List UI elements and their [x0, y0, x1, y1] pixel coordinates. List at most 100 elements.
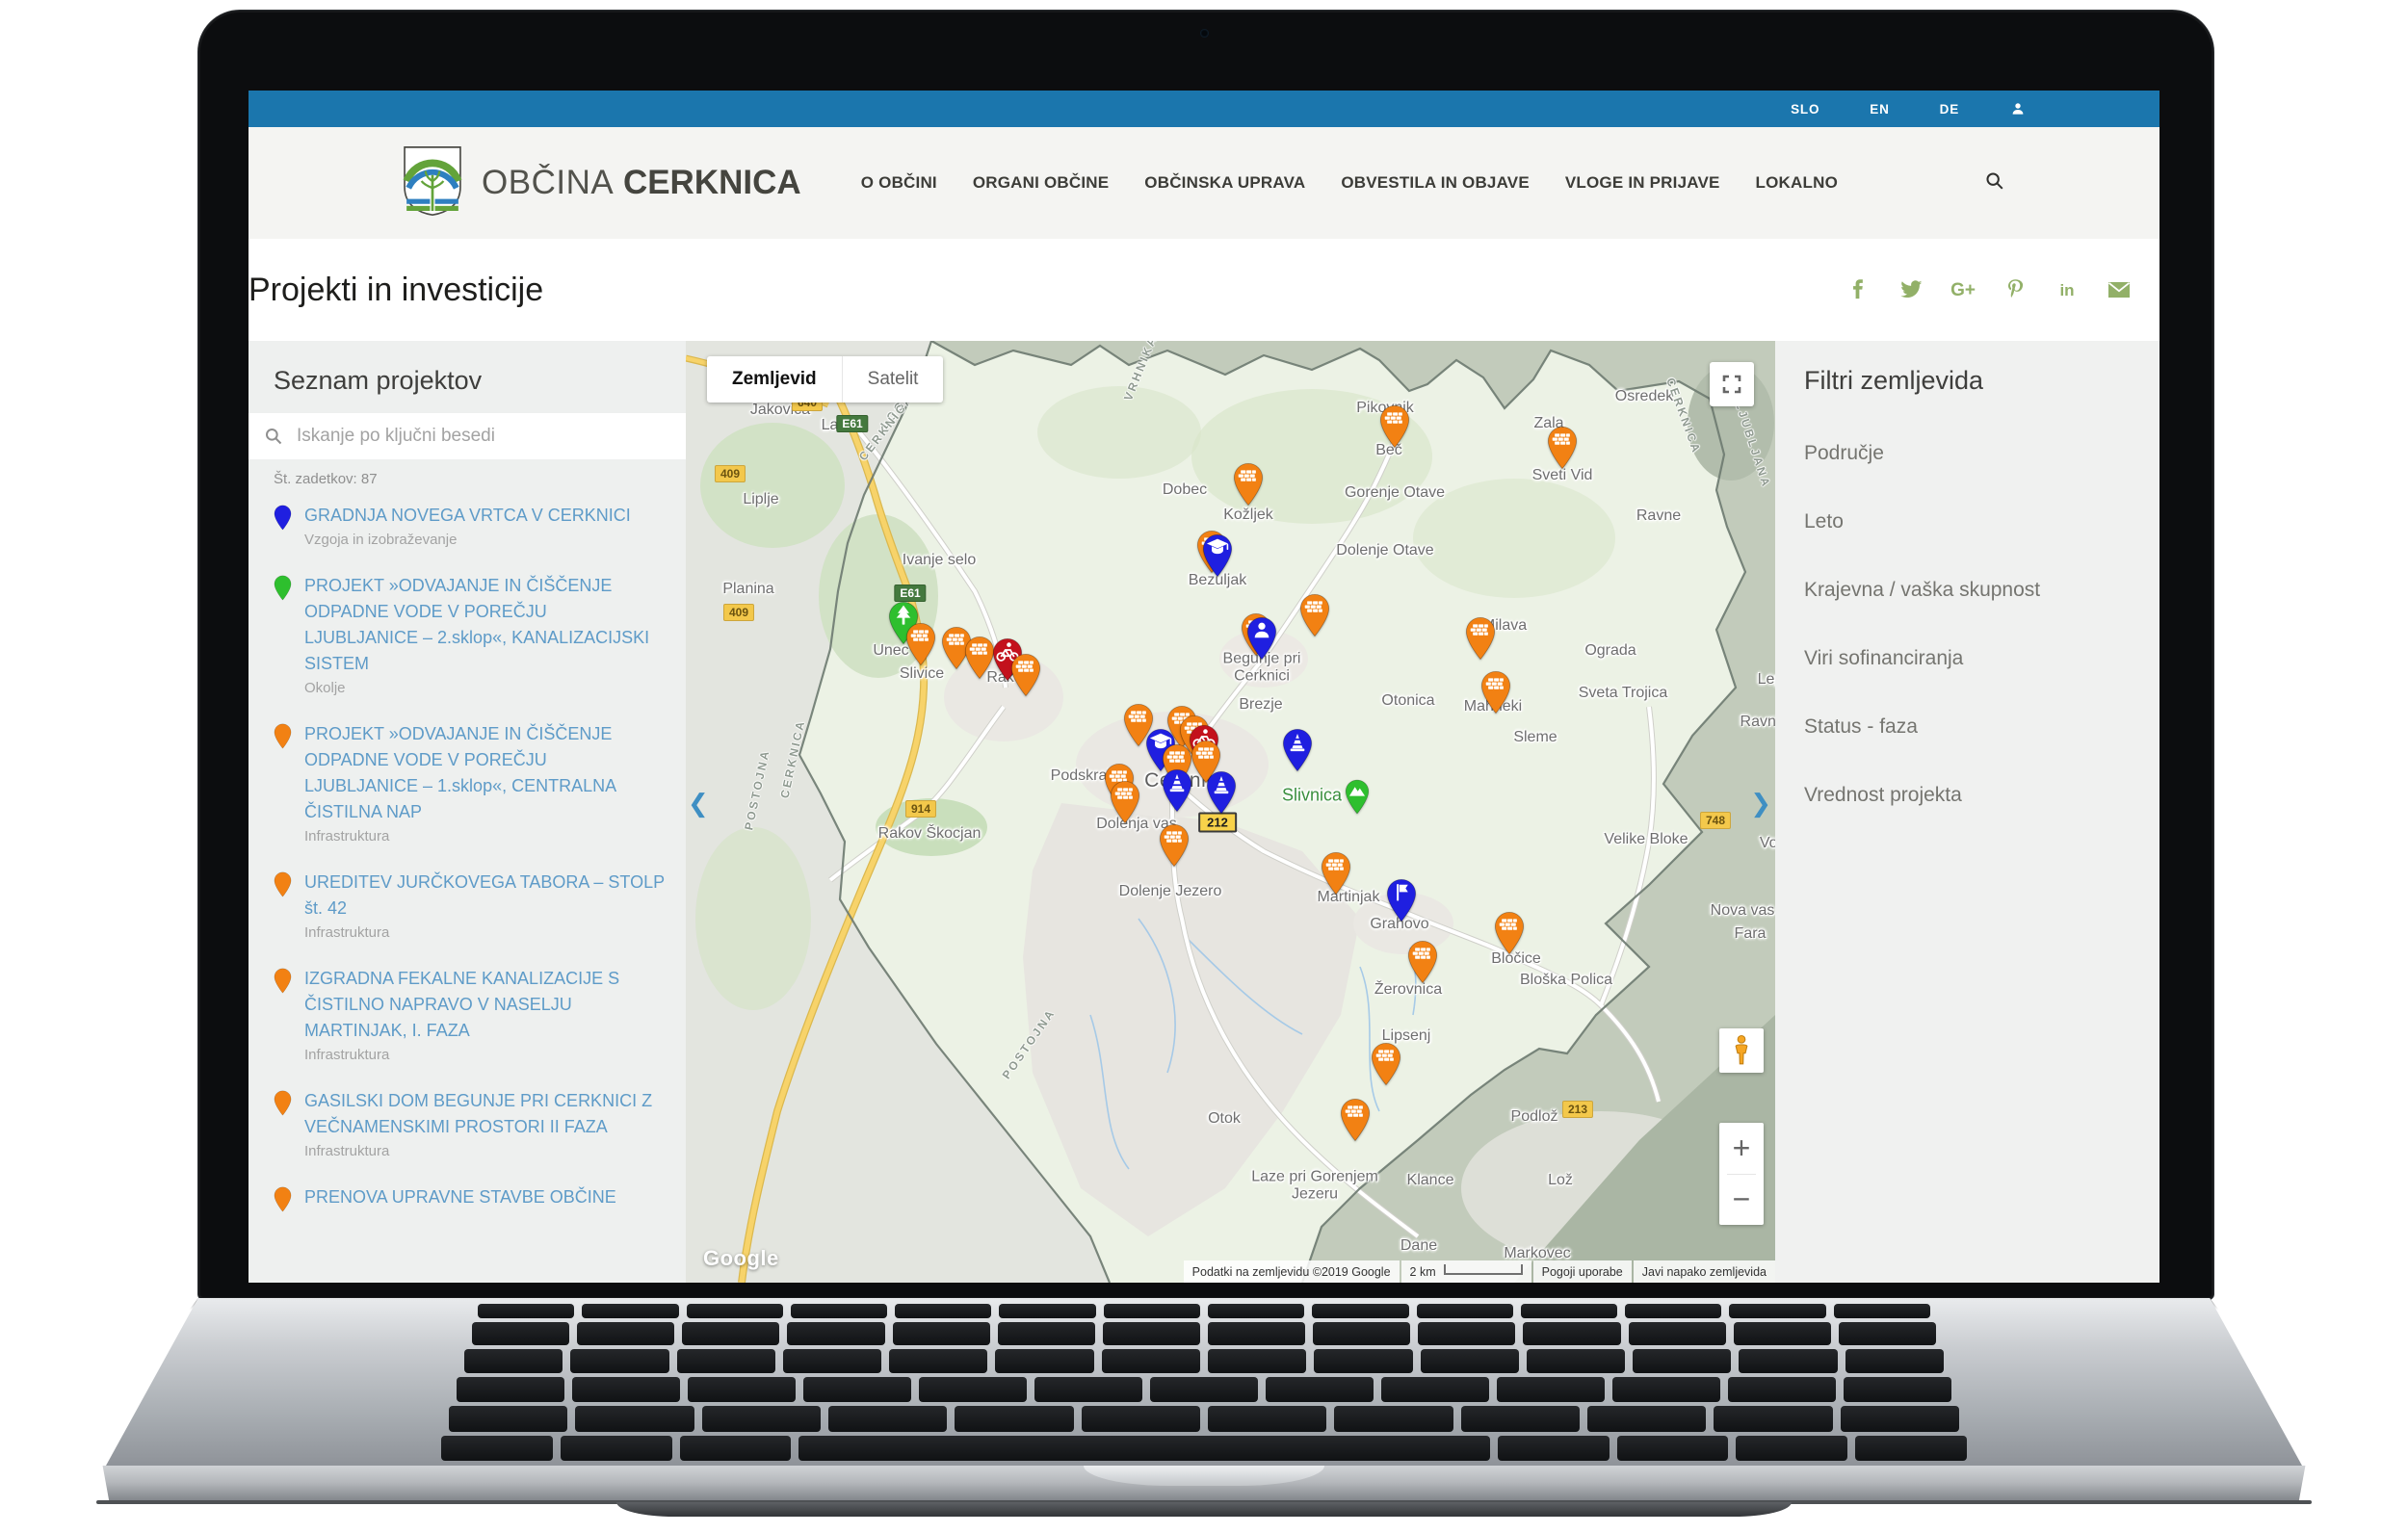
filter-item[interactable]: Leto: [1804, 510, 2159, 533]
facebook-icon[interactable]: [1847, 278, 1871, 301]
project-list: GRADNJA NOVEGA VRTCA V CERKNICIVzgoja in…: [249, 503, 686, 1217]
keyboard-key: [1208, 1406, 1326, 1432]
nav-item-lokalno[interactable]: LOKALNO: [1756, 173, 1838, 193]
map-type-map-button[interactable]: Zemljevid: [707, 356, 842, 403]
map-marker-bricks[interactable]: [1340, 1098, 1372, 1142]
nav-item-organi-ob-ine[interactable]: ORGANI OBČINE: [973, 173, 1109, 193]
pegman-icon: [1729, 1034, 1754, 1067]
project-pin-blue: [274, 505, 292, 548]
filter-item[interactable]: Vrednost projekta: [1804, 784, 2159, 807]
zoom-out-button[interactable]: −: [1719, 1175, 1764, 1226]
keyboard-key: [449, 1406, 567, 1432]
road-badge: E61: [894, 585, 926, 602]
keyboard-key: [582, 1304, 678, 1318]
nav-item-vloge-in-prijave[interactable]: VLOGE IN PRIJAVE: [1565, 173, 1720, 193]
project-list-item: IZGRADNA FEKALNE KANALIZACIJE S ČISTILNO…: [274, 966, 665, 1063]
keyboard-key: [1266, 1377, 1374, 1402]
map-marker-bricks[interactable]: [1407, 940, 1439, 984]
map-marker-bricks[interactable]: [1547, 426, 1579, 470]
project-link[interactable]: IZGRADNA FEKALNE KANALIZACIJE S ČISTILNO…: [304, 966, 665, 1044]
nav-item-o-ob-ini[interactable]: O OBČINI: [861, 173, 937, 193]
results-count: Št. zadetkov: 87: [274, 471, 661, 487]
google-plus-icon[interactable]: G+: [1951, 278, 1975, 301]
keyboard-key: [1845, 1349, 1944, 1373]
keyboard-row: [468, 1322, 1940, 1345]
laptop-base: [616, 1502, 1792, 1517]
map-type-satellite-button[interactable]: Satelit: [843, 356, 944, 403]
map-marker-cone[interactable]: [1162, 768, 1193, 813]
project-link[interactable]: UREDITEV JURČKOVEGA TABORA – STOLP št. 4…: [304, 870, 665, 922]
map-place-label: Fara: [1735, 925, 1767, 943]
collapse-right-panel-arrow[interactable]: ❯: [1750, 782, 1771, 824]
fullscreen-button[interactable]: [1710, 362, 1754, 406]
map-marker-bricks[interactable]: [1465, 616, 1497, 661]
map-marker-person[interactable]: [1246, 616, 1278, 661]
project-pin-orange: [274, 871, 292, 941]
map-marker-bricks[interactable]: [1480, 670, 1512, 715]
map-marker-cone[interactable]: [1206, 770, 1238, 815]
filter-item[interactable]: Viri sofinanciranja: [1804, 647, 2159, 670]
terms-link[interactable]: Pogoji uporabe: [1533, 1260, 1632, 1283]
project-link[interactable]: PRENOVA UPRAVNE STAVBE OBČINE: [304, 1184, 616, 1210]
street-view-pegman-button[interactable]: [1719, 1028, 1764, 1073]
report-map-error-link[interactable]: Javi napako zemljevida: [1634, 1260, 1775, 1283]
keyboard-row: [437, 1436, 1971, 1461]
keyboard-key: [889, 1349, 987, 1373]
language-link-de[interactable]: DE: [1940, 102, 1959, 117]
zoom-in-button[interactable]: +: [1719, 1123, 1764, 1174]
project-link[interactable]: PROJEKT »ODVAJANJE IN ČIŠČENJE ODPADNE V…: [304, 721, 665, 825]
municipality-coat-of-arms-logo[interactable]: [403, 144, 462, 222]
projects-panel: Seznam projektov Št. zadetkov: 87 GRADNJ…: [249, 341, 686, 1283]
linkedin-icon[interactable]: in: [2055, 278, 2079, 301]
project-link[interactable]: GASILSKI DOM BEGUNJE PRI CERKNICI Z VEČN…: [304, 1088, 665, 1140]
collapse-left-panel-arrow[interactable]: ❮: [688, 782, 709, 824]
language-link-en[interactable]: EN: [1870, 102, 1889, 117]
project-link[interactable]: GRADNJA NOVEGA VRTCA V CERKNICI: [304, 503, 631, 529]
keyboard-key: [1102, 1349, 1200, 1373]
map-place-label: Gorenje Otave: [1345, 484, 1445, 502]
language-link-slo[interactable]: SLO: [1791, 102, 1819, 117]
pinterest-icon[interactable]: [2003, 278, 2027, 301]
map-place-label: Sveta Trojica: [1579, 685, 1667, 702]
map-marker-bricks[interactable]: [1494, 911, 1526, 955]
map-marker-bricks[interactable]: [1379, 404, 1411, 449]
keyboard-row: [445, 1406, 1963, 1432]
map-type-control: Zemljevid Satelit: [707, 356, 943, 403]
map-place-label: Podlož: [1511, 1108, 1558, 1126]
filter-item[interactable]: Područje: [1804, 442, 2159, 465]
map-marker-bricks[interactable]: [905, 622, 937, 666]
keyboard-key: [472, 1322, 569, 1345]
map-marker-bricks[interactable]: [1321, 851, 1352, 896]
filter-item[interactable]: Status - faza: [1804, 715, 2159, 739]
keyboard-key: [1034, 1377, 1142, 1402]
project-link[interactable]: PROJEKT »ODVAJANJE IN ČIŠČENJE ODPADNE V…: [304, 573, 665, 677]
keyboard-key: [688, 1377, 796, 1402]
nav-search-icon[interactable]: [1984, 170, 2005, 196]
map-place-label: Ravnik: [1741, 714, 1775, 731]
nav-item-obvestila-in-objave[interactable]: OBVESTILA IN OBJAVE: [1341, 173, 1530, 193]
email-icon[interactable]: [2107, 278, 2131, 301]
map-marker-bricks[interactable]: [1233, 462, 1265, 507]
user-account-icon[interactable]: [2009, 100, 2027, 117]
map-marker-grad[interactable]: [1202, 533, 1234, 578]
project-search-input[interactable]: [295, 425, 670, 448]
map-marker-bricks[interactable]: [1110, 780, 1141, 824]
nav-item-ob-inska-uprava[interactable]: OBČINSKA UPRAVA: [1144, 173, 1305, 193]
map-marker-bricks[interactable]: [1010, 653, 1042, 697]
map-marker-cone[interactable]: [1282, 728, 1314, 772]
map-marker-flag[interactable]: [1386, 878, 1418, 922]
map-marker-mountain[interactable]: [1345, 779, 1371, 815]
twitter-icon[interactable]: [1899, 278, 1923, 301]
webcam-dot: [1200, 29, 1209, 38]
map-marker-bricks[interactable]: [1299, 593, 1331, 637]
keyboard-key: [1334, 1406, 1453, 1432]
filter-item[interactable]: Krajevna / vaška skupnost: [1804, 579, 2159, 602]
keyboard-key: [955, 1406, 1073, 1432]
map-marker-bricks[interactable]: [1371, 1042, 1402, 1086]
project-text: PROJEKT »ODVAJANJE IN ČIŠČENJE ODPADNE V…: [304, 573, 665, 696]
keyboard-key: [1855, 1436, 1967, 1461]
map-container[interactable]: JakovicaLazeLipljePlaninaIvanje seloUnec…: [686, 341, 1775, 1283]
keyboard-key: [682, 1322, 779, 1345]
map-marker-bricks[interactable]: [1159, 823, 1191, 868]
project-pin-orange: [274, 1186, 292, 1217]
